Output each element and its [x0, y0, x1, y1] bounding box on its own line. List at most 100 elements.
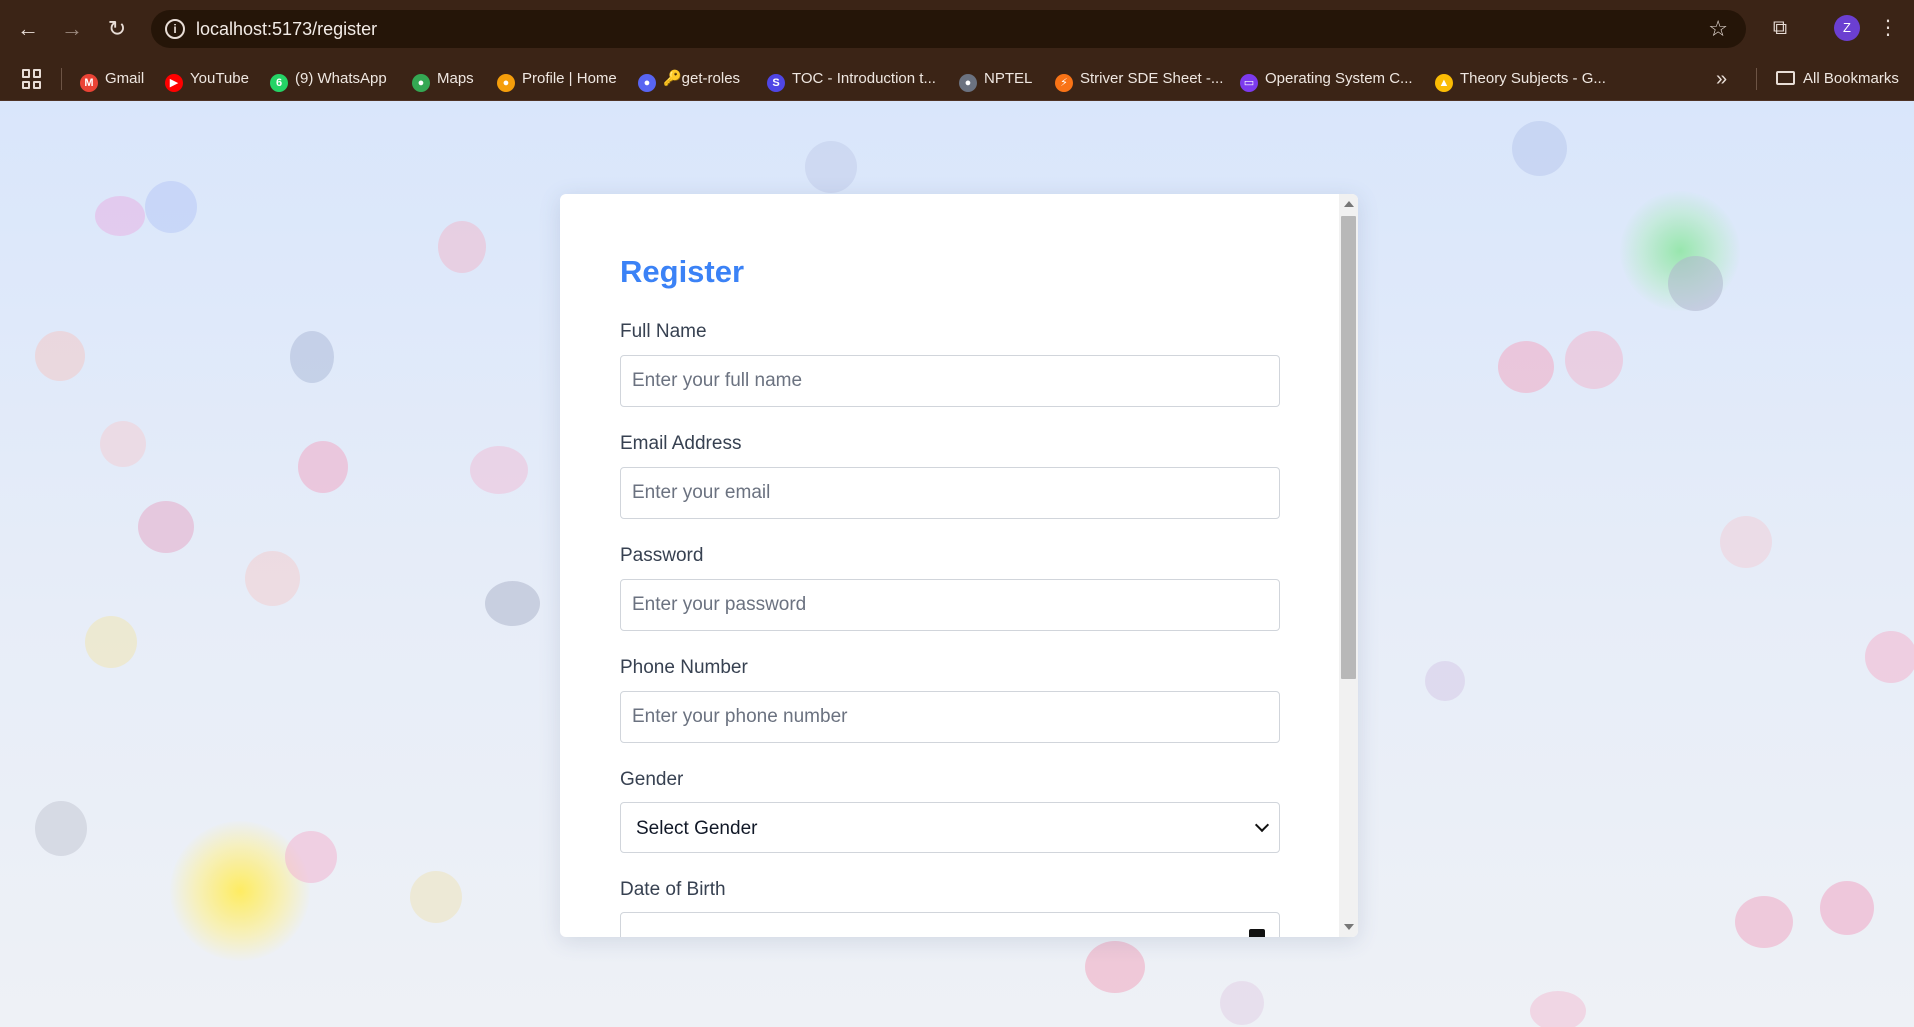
page-background: Register Full Name Email Address Passwor… — [0, 101, 1914, 1027]
address-bar[interactable]: i localhost:5173/register ☆ — [151, 10, 1746, 48]
folder-icon — [1776, 71, 1795, 85]
bookmark-item[interactable]: S TOC - Introduction t... — [767, 57, 936, 101]
head-doodle-icon — [35, 801, 87, 856]
password-input[interactable] — [620, 579, 1280, 631]
bookmark-label: Profile | Home — [522, 70, 617, 87]
bookmarks-bar: M Gmail ▶ YouTube 6 (9) WhatsApp ● Maps ● Profile… — [0, 57, 1914, 101]
toc-icon: S — [767, 74, 785, 92]
bookmark-label: Operating System C... — [1265, 70, 1413, 87]
bookmark-item[interactable]: ● Maps — [412, 57, 474, 101]
bookmark-item[interactable]: ▶ YouTube — [165, 57, 249, 101]
stomach-doodle-icon — [245, 551, 300, 606]
dob-input[interactable] — [620, 912, 1280, 937]
maps-icon: ● — [412, 74, 430, 92]
apps-grid-icon[interactable] — [22, 69, 42, 89]
email-label: Email Address — [620, 433, 742, 454]
register-card: Register Full Name Email Address Passwor… — [560, 194, 1358, 937]
profile-home-icon: ● — [497, 74, 515, 92]
whatsapp-icon: 6 — [270, 74, 288, 92]
bookmark-label: NPTEL — [984, 70, 1033, 87]
cloud-doodle-icon — [485, 581, 540, 626]
gender-label: Gender — [620, 769, 684, 790]
brain-doodle-icon — [1565, 331, 1623, 389]
bookmark-item[interactable]: ⚡ Striver SDE Sheet -... — [1055, 57, 1223, 101]
bookmark-star-icon[interactable]: ☆ — [1708, 10, 1728, 48]
bookmark-label: Striver SDE Sheet -... — [1080, 70, 1224, 87]
heart-doodle-icon — [1820, 881, 1874, 935]
clock-doodle-icon — [1220, 981, 1264, 1025]
all-bookmarks-button[interactable]: All Bookmarks — [1776, 57, 1899, 101]
bookmark-label: TOC - Introduction t... — [792, 70, 936, 87]
operating-system-icon: ▭ — [1240, 74, 1258, 92]
heart-doodle-icon — [438, 221, 486, 273]
clock-doodle-icon — [100, 421, 146, 467]
page-title: Register — [620, 254, 745, 289]
brain-doodle-icon — [95, 196, 145, 236]
phone-label: Phone Number — [620, 657, 748, 678]
back-arrow-icon[interactable]: ← — [12, 13, 44, 45]
discord-icon: ● — [638, 74, 656, 92]
lungs-doodle-icon — [35, 331, 85, 381]
password-label: Password — [620, 545, 704, 566]
gender-select[interactable]: Select Gender — [620, 802, 1280, 853]
brain-doodle-icon — [1735, 896, 1793, 948]
address-url: localhost:5173/register — [196, 19, 378, 39]
phone-input[interactable] — [620, 691, 1280, 743]
heart-doodle-icon — [285, 831, 337, 883]
scroll-down-arrow-icon[interactable] — [1344, 924, 1354, 930]
browser-menu-icon[interactable]: ⋮ — [1876, 13, 1900, 43]
youtube-icon: ▶ — [165, 74, 183, 92]
chevron-down-icon — [1254, 817, 1270, 833]
sun-doodle-icon — [85, 616, 137, 668]
site-info-icon[interactable]: i — [165, 19, 185, 39]
heart-doodle-icon — [1498, 341, 1554, 393]
bookmark-item[interactable]: ● 🔑get-roles — [638, 57, 740, 101]
nptel-icon: ● — [959, 74, 977, 92]
bookmark-item[interactable]: ▲ Theory Subjects - G... — [1435, 57, 1606, 101]
bookmark-item[interactable]: ● Profile | Home — [497, 57, 617, 101]
bookmarks-divider — [1756, 68, 1757, 90]
browser-toolbar: ← → ↻ i localhost:5173/register ☆ ⧉ Z ⋮ — [0, 0, 1914, 57]
head-doodle-icon — [290, 331, 334, 383]
bookmark-item[interactable]: M Gmail — [80, 57, 144, 101]
forward-arrow-icon[interactable]: → — [56, 13, 88, 45]
bookmark-label: YouTube — [190, 70, 249, 87]
google-drive-icon: ▲ — [1435, 74, 1453, 92]
bookmark-item[interactable]: 6 (9) WhatsApp — [270, 57, 387, 101]
sun-doodle-icon — [410, 871, 462, 923]
gender-selected-value: Select Gender — [636, 818, 758, 839]
bookmark-label: Gmail — [105, 70, 145, 87]
brain-doodle-icon — [1530, 991, 1586, 1027]
bookmark-item[interactable]: ● NPTEL — [959, 57, 1032, 101]
bookmark-label: (9) WhatsApp — [295, 70, 387, 87]
face-doodle-icon — [145, 181, 197, 233]
brain-doodle-icon — [470, 446, 528, 494]
heart-doodle-icon — [1865, 631, 1914, 683]
lungs-doodle-icon — [1720, 516, 1772, 568]
reload-icon[interactable]: ↻ — [101, 13, 133, 45]
more-bookmarks-icon[interactable]: » — [1716, 57, 1727, 101]
all-bookmarks-label: All Bookmarks — [1803, 70, 1899, 87]
card-scrollbar[interactable] — [1339, 194, 1358, 937]
scrollbar-thumb[interactable] — [1341, 216, 1356, 679]
bookmark-label: 🔑get-roles — [663, 70, 741, 87]
bell-doodle-icon — [1668, 256, 1723, 311]
face-doodle-icon — [805, 141, 857, 193]
bookmarks-divider — [61, 68, 62, 90]
heart-doodle-icon — [298, 441, 348, 493]
calendar-icon[interactable] — [1249, 929, 1265, 937]
profile-avatar[interactable]: Z — [1834, 15, 1860, 41]
heart-doodle-icon — [1085, 941, 1145, 993]
bookmark-label: Maps — [437, 70, 474, 87]
scroll-up-arrow-icon[interactable] — [1344, 201, 1354, 207]
extensions-icon[interactable]: ⧉ — [1766, 14, 1794, 42]
full-name-input[interactable] — [620, 355, 1280, 407]
bookmark-label: Theory Subjects - G... — [1460, 70, 1606, 87]
clock-doodle-icon — [1425, 661, 1465, 701]
face-doodle-icon — [1512, 121, 1567, 176]
email-input[interactable] — [620, 467, 1280, 519]
striver-icon: ⚡ — [1055, 74, 1073, 92]
bookmark-item[interactable]: ▭ Operating System C... — [1240, 57, 1413, 101]
dob-label: Date of Birth — [620, 879, 726, 900]
brain-doodle-icon — [138, 501, 194, 553]
